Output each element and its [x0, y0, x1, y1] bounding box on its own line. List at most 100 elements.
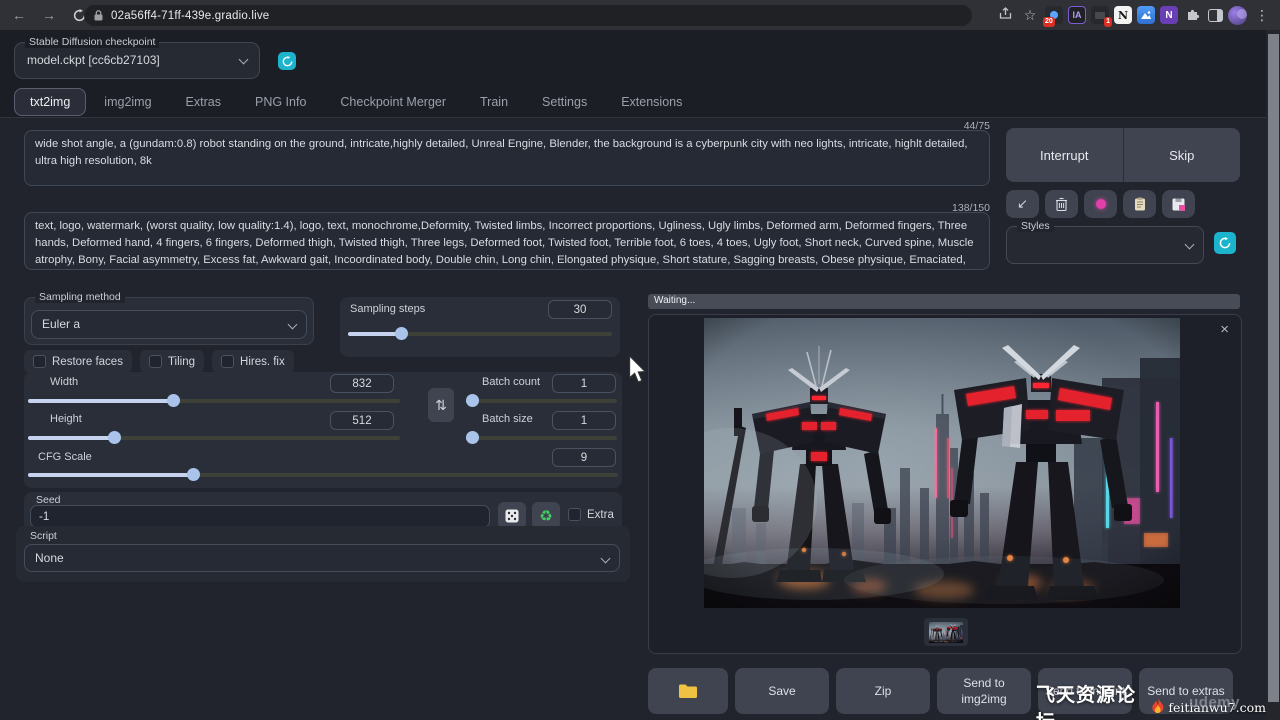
slider-fill — [348, 332, 401, 336]
chevron-down-icon — [1185, 240, 1195, 250]
random-seed-button[interactable] — [498, 502, 526, 529]
send-to-img2img-button[interactable]: Send to img2img — [937, 668, 1031, 714]
back-icon: ← — [12, 7, 26, 23]
share-button[interactable] — [995, 7, 1015, 23]
seed-extra-checkbox[interactable]: Extra — [568, 508, 614, 521]
tab-img2img[interactable]: img2img — [88, 88, 167, 116]
forward-icon: → — [42, 7, 56, 23]
negative-prompt-input[interactable]: text, logo, watermark, (worst quality, l… — [24, 212, 990, 270]
sampling-method-select[interactable]: Euler a — [31, 310, 307, 339]
zip-button[interactable]: Zip — [836, 668, 930, 714]
batch-count-slider[interactable] — [466, 394, 617, 407]
chrome-menu-button[interactable]: ⋮ — [1252, 7, 1272, 24]
sampling-steps-block: Sampling steps — [340, 297, 620, 357]
gallery-thumbnail[interactable] — [924, 618, 968, 646]
checkbox-icon — [33, 355, 46, 368]
profile-avatar[interactable] — [1228, 6, 1247, 25]
tab-extensions[interactable]: Extensions — [605, 88, 698, 116]
batch-count-input[interactable] — [552, 374, 616, 393]
clear-prompt-button[interactable] — [1045, 190, 1078, 218]
width-input[interactable] — [330, 374, 394, 393]
extension-ia[interactable]: IA — [1068, 6, 1086, 24]
batch-size-slider[interactable] — [466, 431, 617, 444]
width-label: Width — [50, 376, 78, 388]
slider-track — [466, 436, 617, 440]
extension-onenote[interactable]: N — [1160, 6, 1178, 24]
slider-knob[interactable] — [187, 468, 200, 481]
checkpoint-refresh-button[interactable] — [278, 52, 296, 70]
skip-button[interactable]: Skip — [1124, 128, 1241, 182]
address-bar[interactable]: 02a56ff4-71ff-439e.gradio.live — [84, 5, 972, 26]
tiling-checkbox[interactable]: Tiling — [140, 350, 204, 373]
slider-knob[interactable] — [395, 327, 408, 340]
slider-knob[interactable] — [466, 431, 479, 444]
tab-settings[interactable]: Settings — [526, 88, 603, 116]
slider-knob[interactable] — [108, 431, 121, 444]
seed-input[interactable] — [30, 505, 490, 528]
paste-params-button[interactable]: ↙ — [1006, 190, 1039, 218]
prompt-input[interactable]: wide shot angle, a (gundam:0.8) robot st… — [24, 130, 990, 186]
width-slider[interactable] — [28, 394, 400, 407]
extension-capture[interactable]: 1 — [1091, 6, 1109, 24]
save-style-button[interactable] — [1162, 190, 1195, 218]
extensions-menu-button[interactable] — [1183, 7, 1203, 24]
send-to-inpaint-button[interactable]: Send to inpaint — [1038, 668, 1132, 714]
close-icon[interactable]: × — [1220, 321, 1229, 338]
tab-txt2img[interactable]: txt2img — [14, 88, 86, 116]
hires-fix-checkbox[interactable]: Hires. fix — [212, 350, 294, 373]
cfg-scale-slider[interactable] — [28, 468, 618, 481]
styles-refresh-button[interactable] — [1214, 232, 1236, 254]
height-input[interactable] — [330, 411, 394, 430]
browser-back-button[interactable]: ← — [8, 4, 30, 26]
lock-icon — [94, 10, 103, 21]
checkpoint-dropdown[interactable]: Stable Diffusion checkpoint model.ckpt [… — [14, 42, 260, 79]
interrupt-button[interactable]: Interrupt — [1006, 128, 1124, 182]
side-panel-button[interactable] — [1208, 9, 1223, 22]
script-select[interactable]: None — [24, 544, 620, 572]
generated-image[interactable] — [704, 318, 1180, 608]
open-folder-button[interactable] — [648, 668, 728, 714]
extra-networks-button[interactable] — [1084, 190, 1117, 218]
script-block: Script None — [16, 526, 630, 582]
tab-train[interactable]: Train — [464, 88, 524, 116]
swap-dimensions-button[interactable]: ⇅ — [428, 388, 454, 422]
height-slider[interactable] — [28, 431, 400, 444]
recycle-icon: ♻ — [539, 507, 552, 525]
sampling-steps-slider[interactable] — [348, 327, 612, 340]
page-scrollbar[interactable] — [1266, 30, 1280, 720]
trash-icon — [1055, 197, 1068, 211]
udemy-watermark: udemy — [1189, 694, 1240, 711]
browser-actions: ☆ 20 IA 1 N N — [995, 0, 1272, 30]
checkbox-icon — [149, 355, 162, 368]
image-icon — [1140, 10, 1152, 20]
screenshot-root: ← → 02a56ff4-71ff-439e.gradio.live ☆ 20 … — [0, 0, 1280, 720]
thumbnail-image — [929, 622, 963, 643]
bookmark-star-button[interactable]: ☆ — [1020, 7, 1040, 24]
extension-notion[interactable]: N — [1114, 6, 1132, 24]
slider-knob[interactable] — [167, 394, 180, 407]
url-text: 02a56ff4-71ff-439e.gradio.live — [111, 10, 269, 22]
slider-knob[interactable] — [466, 394, 479, 407]
styles-dropdown[interactable]: Styles — [1006, 226, 1204, 264]
batch-size-input[interactable] — [552, 411, 616, 430]
browser-forward-button[interactable]: → — [38, 4, 60, 26]
cfg-scale-input[interactable] — [552, 448, 616, 467]
scrollbar-thumb[interactable] — [1268, 34, 1279, 702]
save-button[interactable]: Save — [735, 668, 829, 714]
tab-extras[interactable]: Extras — [170, 88, 237, 116]
reuse-seed-button[interactable]: ♻ — [532, 502, 560, 529]
restore-faces-checkbox[interactable]: Restore faces — [24, 350, 132, 373]
notion-icon: N — [1118, 9, 1128, 22]
tab-png-info[interactable]: PNG Info — [239, 88, 322, 116]
tab-checkpoint-merger[interactable]: Checkpoint Merger — [324, 88, 462, 116]
refresh-icon — [282, 56, 293, 67]
checkbox-icon — [221, 355, 234, 368]
extra-networks-icon — [1096, 199, 1106, 209]
tiling-label: Tiling — [168, 356, 195, 368]
refresh-icon — [1219, 237, 1231, 249]
apply-style-button[interactable] — [1123, 190, 1156, 218]
extension-pin[interactable]: 20 — [1045, 6, 1063, 24]
extension-screenshot[interactable] — [1137, 6, 1155, 24]
sampling-steps-input[interactable] — [548, 300, 612, 319]
sampling-method-block: Sampling method Euler a — [24, 297, 314, 345]
